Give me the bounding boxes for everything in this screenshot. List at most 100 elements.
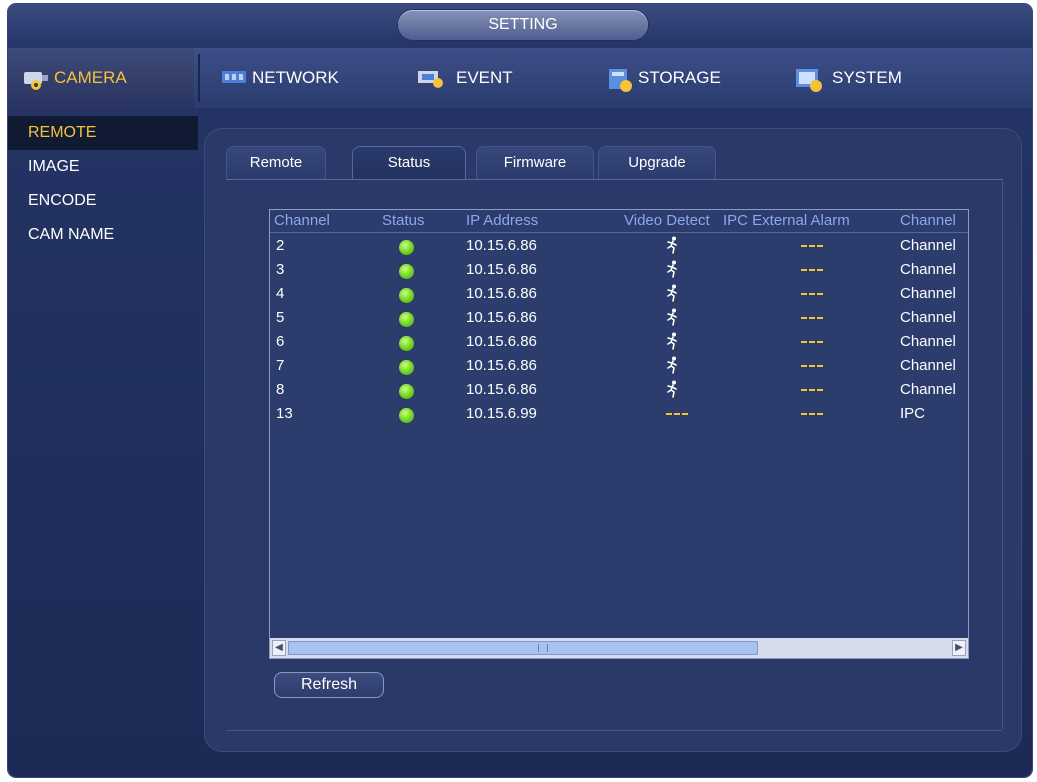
status-table: Channel Status IP Address Video Detect I… [270,210,968,658]
status-online-icon [399,360,414,375]
table-row[interactable]: 8 10.15.6.86 Channel [270,378,968,402]
external-alarm-none-icon [801,341,823,343]
refresh-button[interactable]: Refresh [274,672,384,698]
motion-detect-icon [666,380,680,403]
nav-event-label: EVENT [456,68,513,87]
content-panel: Remote Status Firmware Upgrade Channel S… [204,128,1022,752]
cell-channel-name: Channel [900,381,956,398]
cell-channel: 7 [276,357,285,374]
header-channel[interactable]: Channel [274,212,330,229]
table-row[interactable]: 13 10.15.6.99 IPC [270,402,968,426]
cell-channel: 13 [276,405,293,422]
cell-ip-address: 10.15.6.86 [466,357,537,374]
nav-system-label: SYSTEM [832,68,902,87]
status-online-icon [399,240,414,255]
cell-channel: 4 [276,285,285,302]
motion-detect-icon [666,284,680,307]
external-alarm-none-icon [801,245,823,247]
tab-status[interactable]: Status [352,146,466,180]
nav-camera[interactable]: CAMERA [8,48,194,108]
external-alarm-none-icon [801,293,823,295]
table-row[interactable]: 6 10.15.6.86 Channel [270,330,968,354]
header-divider [270,232,968,233]
video-detect-none-icon [666,413,688,415]
cell-ip-address: 10.15.6.86 [466,261,537,278]
horizontal-scrollbar[interactable]: ◀ ▶ [270,638,968,658]
sidebar-item-cam-name[interactable]: CAM NAME [8,218,198,252]
cell-ip-address: 10.15.6.86 [466,333,537,350]
table-row[interactable]: 4 10.15.6.86 Channel [270,282,968,306]
nav-storage-label: STORAGE [638,68,721,87]
motion-detect-icon [666,260,680,283]
header-status[interactable]: Status [382,212,425,229]
cell-channel-name: IPC [900,405,926,422]
tab-remote[interactable]: Remote [226,146,326,180]
tab-upgrade[interactable]: Upgrade [598,146,716,180]
panel-border [1002,179,1003,729]
window-title: SETTING [398,10,648,40]
settings-window: SETTING CAMERA NETWORK EVENT STORAGE SYS… [8,4,1032,777]
status-online-icon [399,384,414,399]
network-icon [220,67,248,89]
status-online-icon [399,312,414,327]
table-header: Channel Status IP Address Video Detect I… [270,210,968,232]
tab-divider [226,179,1002,180]
cell-ip-address: 10.15.6.99 [466,405,537,422]
table-row[interactable]: 2 10.15.6.86 Channel [270,234,968,258]
status-online-icon [399,264,414,279]
storage-icon [606,67,634,92]
header-channel-name[interactable]: Channel [900,212,956,229]
external-alarm-none-icon [801,389,823,391]
title-bar: SETTING [8,4,1032,44]
table-row[interactable]: 3 10.15.6.86 Channel [270,258,968,282]
status-online-icon [399,288,414,303]
table-row[interactable]: 5 10.15.6.86 Channel [270,306,968,330]
table-row[interactable]: 7 10.15.6.86 Channel [270,354,968,378]
nav-event[interactable]: EVENT [416,48,513,108]
cell-channel-name: Channel [900,333,956,350]
sidebar: REMOTE IMAGE ENCODE CAM NAME [8,116,198,252]
scroll-left-arrow-icon[interactable]: ◀ [272,640,286,656]
cell-ip-address: 10.15.6.86 [466,309,537,326]
cell-channel-name: Channel [900,309,956,326]
scroll-right-arrow-icon[interactable]: ▶ [952,640,966,656]
top-navigation: CAMERA NETWORK EVENT STORAGE SYSTEM [8,48,1032,108]
nav-storage[interactable]: STORAGE [606,48,721,108]
cell-channel-name: Channel [900,285,956,302]
cell-channel: 3 [276,261,285,278]
nav-camera-label: CAMERA [54,68,127,87]
nav-network[interactable]: NETWORK [220,48,339,108]
external-alarm-none-icon [801,413,823,415]
cell-ip-address: 10.15.6.86 [466,237,537,254]
scrollbar-thumb[interactable] [288,641,758,655]
cell-channel-name: Channel [900,237,956,254]
nav-network-label: NETWORK [252,68,339,87]
cell-channel: 6 [276,333,285,350]
tab-firmware[interactable]: Firmware [476,146,594,180]
sidebar-item-remote[interactable]: REMOTE [8,116,198,150]
nav-system[interactable]: SYSTEM [794,48,902,108]
motion-detect-icon [666,332,680,355]
cell-ip-address: 10.15.6.86 [466,381,537,398]
header-video-detect[interactable]: Video Detect [624,212,710,229]
motion-detect-icon [666,356,680,379]
sidebar-item-image[interactable]: IMAGE [8,150,198,184]
external-alarm-none-icon [801,317,823,319]
cell-channel: 8 [276,381,285,398]
status-online-icon [399,408,414,423]
cell-ip-address: 10.15.6.86 [466,285,537,302]
cell-channel-name: Channel [900,357,956,374]
status-online-icon [399,336,414,351]
motion-detect-icon [666,308,680,331]
event-icon [416,67,444,89]
camera-icon [22,67,50,90]
cell-channel: 2 [276,237,285,254]
external-alarm-none-icon [801,365,823,367]
system-icon [794,67,822,92]
header-ipc-external-alarm[interactable]: IPC External Alarm [723,212,850,229]
header-ip-address[interactable]: IP Address [466,212,538,229]
cell-channel-name: Channel [900,261,956,278]
external-alarm-none-icon [801,269,823,271]
panel-bottom-divider [226,730,1002,731]
sidebar-item-encode[interactable]: ENCODE [8,184,198,218]
